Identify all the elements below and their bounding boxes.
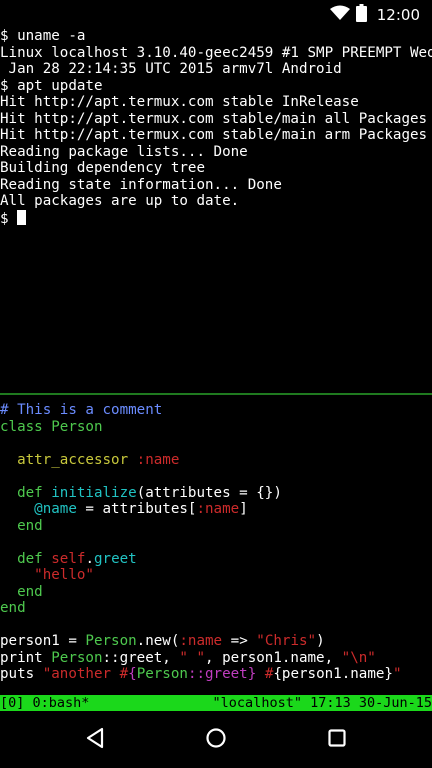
code-ivar: @name bbox=[0, 501, 77, 517]
code-line: attr_accessor :name bbox=[0, 452, 432, 469]
code-keyword: class bbox=[0, 418, 43, 435]
code-line: class Person bbox=[0, 419, 432, 436]
code-keyword: end bbox=[0, 517, 43, 534]
code-keyword: end bbox=[0, 583, 43, 600]
code-keyword: def bbox=[0, 550, 43, 567]
terminal-line: All packages are up to date. bbox=[0, 193, 240, 209]
code-string: " bbox=[392, 666, 402, 682]
code-line: end bbox=[0, 600, 432, 617]
pane-divider[interactable] bbox=[0, 393, 432, 395]
terminal-line: Building dependency tree bbox=[0, 160, 205, 176]
code-line: "hello" bbox=[0, 567, 432, 584]
code-symbol: :name bbox=[179, 633, 223, 649]
code-text: ::greet, bbox=[102, 649, 180, 666]
code-self: self bbox=[42, 550, 86, 567]
tmux-host-time: "localhost" 17:13 30-Jun-15 bbox=[212, 695, 432, 711]
back-button[interactable] bbox=[79, 724, 111, 756]
code-symbol: :name bbox=[196, 501, 240, 517]
terminal-line: Hit http://apt.termux.com stable/main al… bbox=[0, 110, 428, 127]
code-text: .new( bbox=[136, 633, 180, 649]
code-constant: Person bbox=[136, 666, 188, 682]
code-string: "another # bbox=[42, 666, 129, 682]
terminal-line: Linux localhost 3.10.40-geec2459 #1 SMP … bbox=[0, 44, 432, 61]
tmux-status-bar: [0] 0:bash* "localhost" 17:13 30-Jun-15 bbox=[0, 695, 432, 711]
code-class-name: Person bbox=[42, 418, 103, 435]
terminal-line: Jan 28 22:14:35 UTC 2015 armv7l Android bbox=[0, 61, 342, 77]
home-button[interactable] bbox=[200, 724, 232, 756]
code-comment: # This is a comment bbox=[0, 402, 163, 418]
code-string: " " bbox=[179, 649, 205, 666]
recents-button[interactable] bbox=[321, 724, 353, 756]
code-text: ] bbox=[239, 501, 248, 517]
code-line: end bbox=[0, 518, 432, 535]
code-text: = attributes[ bbox=[76, 501, 197, 517]
code-interpolation: {person1.name} bbox=[273, 666, 393, 682]
code-text: puts bbox=[0, 666, 43, 682]
status-bar: 12:00 bbox=[0, 0, 432, 28]
terminal-prompt-line[interactable]: $ bbox=[0, 209, 432, 227]
code-text: . bbox=[85, 550, 94, 567]
prompt: $ bbox=[0, 210, 18, 227]
code-method: attr_accessor bbox=[0, 451, 129, 468]
cursor bbox=[17, 209, 27, 225]
code-keyword: end bbox=[0, 600, 26, 616]
home-icon bbox=[205, 727, 227, 753]
terminal-line: Hit http://apt.termux.com stable InRelea… bbox=[0, 94, 359, 110]
code-function-name: initialize bbox=[42, 484, 137, 501]
tmux-window-list[interactable]: [0] 0:bash* bbox=[0, 695, 89, 711]
code-line: # This is a comment bbox=[0, 402, 432, 419]
code-line: def initialize(attributes = {}) bbox=[0, 485, 432, 502]
code-text: print bbox=[0, 649, 52, 666]
terminal-line: $ apt update bbox=[0, 77, 103, 94]
code-string: "Chris" bbox=[256, 633, 317, 649]
code-string: "hello" bbox=[0, 567, 94, 583]
code-text: (attributes = {}) bbox=[136, 484, 282, 501]
clock: 12:00 bbox=[376, 6, 420, 24]
battery-icon bbox=[355, 4, 367, 26]
code-text: ) bbox=[316, 633, 325, 649]
terminal-output[interactable]: $ uname -a Linux localhost 3.10.40-geec2… bbox=[0, 28, 432, 394]
code-string: "\n" bbox=[341, 649, 376, 666]
code-symbol: :name bbox=[128, 451, 180, 468]
code-line: person1 = Person.new(:name => "Chris") bbox=[0, 633, 432, 650]
terminal-line: Reading package lists... Done bbox=[0, 143, 248, 160]
code-keyword: def bbox=[0, 484, 43, 501]
code-text: => bbox=[222, 633, 257, 649]
wifi-icon bbox=[329, 5, 350, 25]
code-line: puts "another #{Person::greet} #{person1… bbox=[0, 666, 432, 683]
code-line: def self.greet bbox=[0, 551, 432, 568]
back-icon bbox=[85, 727, 105, 753]
code-text: person1 = bbox=[0, 633, 86, 649]
code-function-name: greet bbox=[93, 550, 137, 567]
terminal-line: Reading state information... Done bbox=[0, 176, 282, 193]
navigation-bar bbox=[0, 712, 432, 768]
code-constant: Person bbox=[85, 633, 137, 649]
code-interpolation: { bbox=[128, 666, 137, 682]
code-editor-pane[interactable]: # This is a comment class Person attr_ac… bbox=[0, 402, 432, 692]
code-text: , person1.name, bbox=[205, 649, 342, 666]
code-interpolation: ::greet} bbox=[187, 666, 265, 682]
terminal-line: $ uname -a bbox=[0, 28, 86, 44]
code-line: end bbox=[0, 584, 432, 601]
code-line: print Person::greet, " ", person1.name, … bbox=[0, 650, 432, 667]
code-line: @name = attributes[:name] bbox=[0, 501, 432, 518]
recents-icon bbox=[327, 728, 347, 752]
code-constant: Person bbox=[51, 649, 103, 666]
status-icons: 12:00 bbox=[329, 4, 420, 26]
terminal-line: Hit http://apt.termux.com stable/main ar… bbox=[0, 127, 428, 143]
